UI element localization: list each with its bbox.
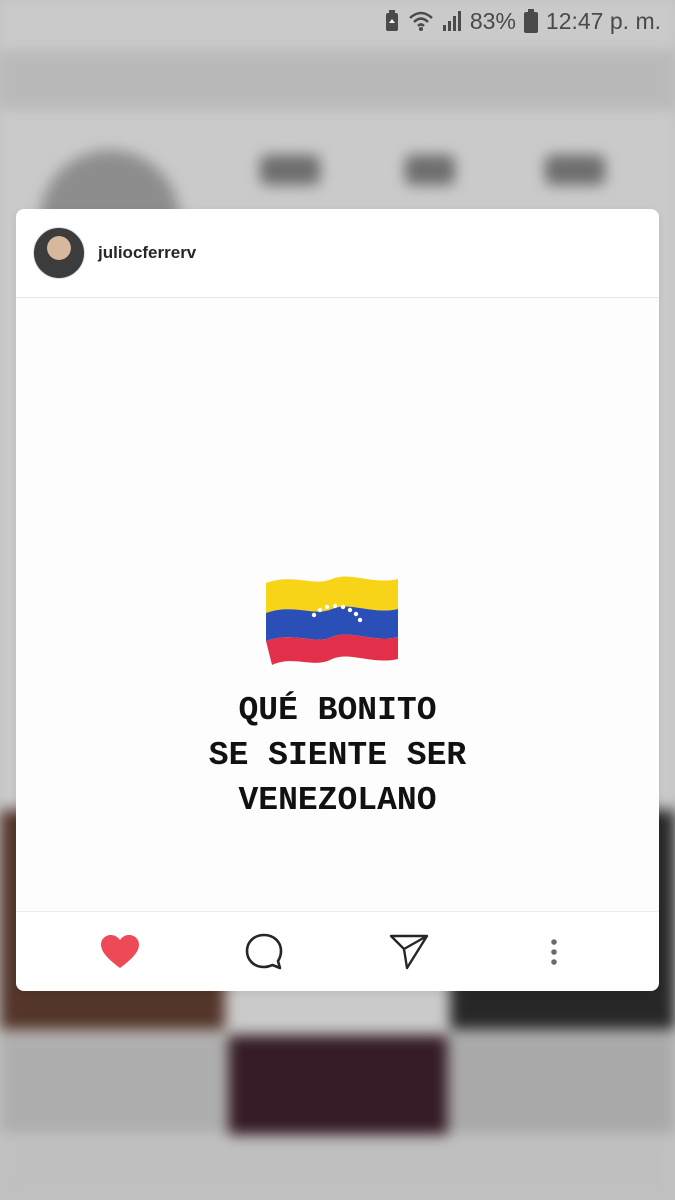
post-text-line: QUÉ BONITO	[238, 692, 437, 729]
share-button[interactable]	[387, 932, 431, 976]
comment-button[interactable]	[242, 932, 286, 976]
like-button[interactable]	[98, 932, 142, 976]
post-image[interactable]: QUÉ BONITO SE SIENTE SER VENEZOLANO	[16, 298, 659, 911]
send-icon	[389, 933, 429, 976]
wifi-icon	[408, 10, 434, 32]
battery-icon	[523, 9, 538, 33]
avatar[interactable]	[33, 227, 85, 279]
status-bar: 83% 12:47 p. m.	[0, 0, 675, 42]
more-vertical-icon	[550, 938, 558, 971]
heart-icon	[100, 934, 140, 975]
signal-icon	[442, 10, 462, 32]
post-preview-card: juliocferrerv QUÉ BONITO SE SIENTE SER V…	[16, 209, 659, 991]
post-text-line: VENEZOLANO	[238, 782, 437, 819]
post-actions-bar	[16, 911, 659, 991]
post-header: juliocferrerv	[16, 209, 659, 298]
venezuela-flag-icon	[264, 573, 400, 674]
clock: 12:47 p. m.	[545, 7, 661, 34]
post-text-line: SE SIENTE SER	[208, 737, 467, 774]
more-options-button[interactable]	[532, 932, 576, 976]
battery-percent: 83%	[469, 7, 516, 34]
post-caption-image-text: QUÉ BONITO SE SIENTE SER VENEZOLANO	[16, 688, 659, 823]
comment-icon	[244, 932, 284, 977]
battery-saver-icon	[384, 10, 400, 32]
username[interactable]: juliocferrerv	[98, 243, 196, 263]
